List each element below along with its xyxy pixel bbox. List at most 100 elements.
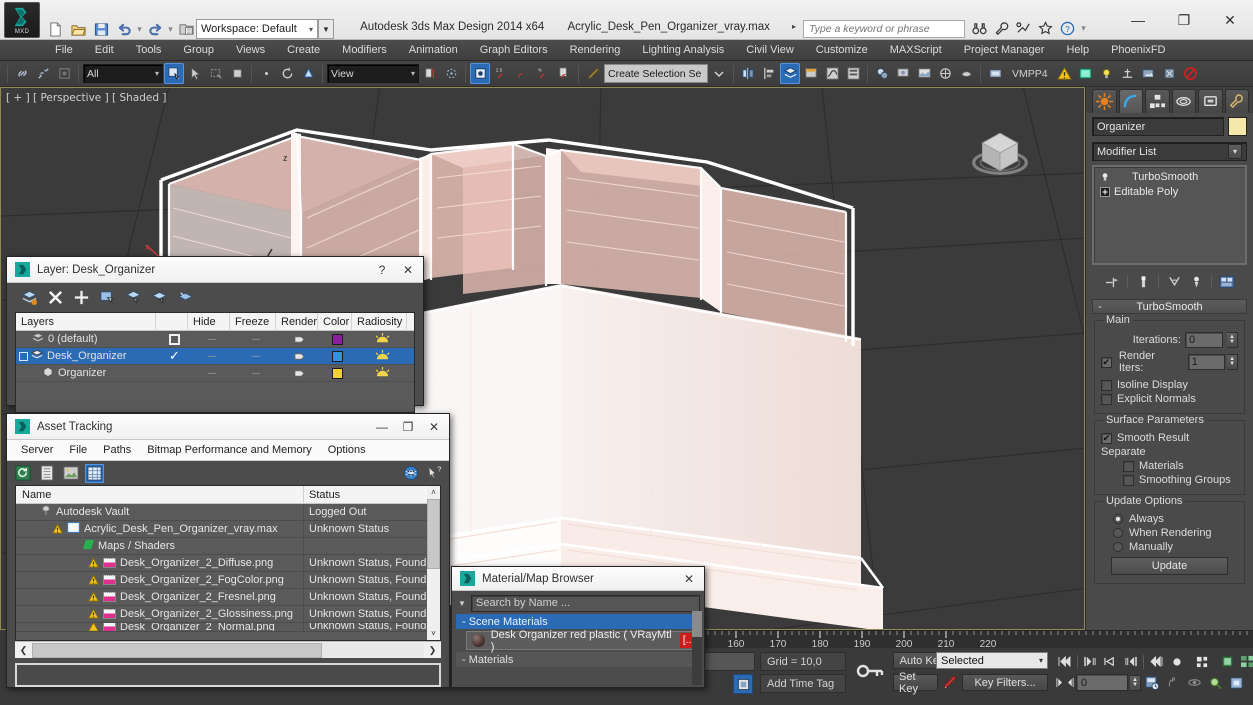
- create-new-layer-icon[interactable]: [19, 288, 39, 308]
- use-center-flyout-icon[interactable]: [420, 63, 440, 84]
- layer-manager-icon[interactable]: [780, 63, 800, 84]
- update-always-radio[interactable]: [1113, 514, 1123, 524]
- table-row[interactable]: PNG Desk_Organizer_2_Fresnel.png Unknown…: [16, 588, 440, 606]
- select-and-rotate-icon[interactable]: [277, 63, 297, 84]
- layer-dialog-close-button[interactable]: ✕: [395, 257, 421, 282]
- tab-utilities[interactable]: [1224, 89, 1249, 113]
- application-button[interactable]: MXD: [4, 2, 40, 38]
- scroll-thumb[interactable]: [427, 499, 440, 569]
- menu-tools[interactable]: Tools: [125, 40, 173, 61]
- spinner-snap-toggle-icon[interactable]: %: [533, 63, 553, 84]
- light-bulb-icon[interactable]: [1099, 171, 1110, 182]
- menu-file[interactable]: File: [44, 40, 84, 61]
- isoline-display-checkbox[interactable]: [1101, 379, 1112, 391]
- maximize-button[interactable]: ❐: [395, 414, 421, 439]
- menu-rendering[interactable]: Rendering: [559, 40, 632, 61]
- render-setup-icon[interactable]: [893, 63, 913, 84]
- select-and-move-icon[interactable]: [256, 63, 276, 84]
- update-when-rendering-row[interactable]: When Rendering: [1101, 527, 1238, 539]
- key-mode-combo[interactable]: Selected ▾: [936, 652, 1048, 669]
- window-crossing-icon[interactable]: [227, 63, 247, 84]
- warning-icon[interactable]: [1055, 63, 1075, 84]
- menu-group[interactable]: Group: [172, 40, 225, 61]
- tab-create[interactable]: [1092, 89, 1117, 113]
- search-input[interactable]: [803, 20, 965, 38]
- schematic-view-icon[interactable]: [843, 63, 863, 84]
- table-row[interactable]: PNG Desk_Organizer_2_Glossiness.png Unkn…: [16, 605, 440, 623]
- search-binoculars-icon[interactable]: [970, 19, 989, 38]
- ribbon-toggle-icon[interactable]: [801, 63, 821, 84]
- smooth-result-checkbox[interactable]: ✔: [1101, 432, 1112, 444]
- table-row[interactable]: PNG Desk_Organizer_2_Diffuse.png Unknown…: [16, 554, 440, 572]
- scroll-left-button[interactable]: ❮: [15, 645, 32, 656]
- select-by-name-icon[interactable]: [164, 63, 184, 84]
- layer-color[interactable]: [318, 331, 352, 348]
- unlink-selection-icon[interactable]: [33, 63, 53, 84]
- subscription-icon[interactable]: [1014, 19, 1033, 38]
- browser-options-icon[interactable]: ▼: [456, 599, 468, 608]
- render-iters-spinner[interactable]: ▲ ▼: [1227, 354, 1238, 370]
- layer-color[interactable]: [318, 365, 352, 382]
- layer-list[interactable]: Layers Hide Freeze Render Color Radiosit…: [15, 312, 415, 413]
- view-cube[interactable]: [961, 108, 1039, 186]
- vray-tools-icon[interactable]: [1160, 63, 1180, 84]
- layer-hide[interactable]: ----: [188, 331, 230, 348]
- configure-modifier-sets-icon[interactable]: [1217, 273, 1237, 291]
- explicit-normals-checkbox[interactable]: [1101, 393, 1112, 405]
- table-row[interactable]: PNG Desk_Organizer_2_FogColor.png Unknow…: [16, 571, 440, 589]
- named-selection-dropdown-icon[interactable]: [709, 63, 729, 84]
- menu-maxscript[interactable]: MAXScript: [879, 40, 953, 61]
- workspace-selector[interactable]: Workspace: Default ▾: [196, 19, 318, 39]
- table-row[interactable]: Acrylic_Desk_Pen_Organizer_vray.max Unkn…: [16, 520, 440, 538]
- snaps-toggle-icon[interactable]: [470, 63, 490, 84]
- list-view-icon[interactable]: [37, 464, 56, 483]
- track-bar[interactable]: 150 160 170 180 190 200 210 220: [690, 630, 1253, 648]
- tab-display[interactable]: [1198, 89, 1223, 113]
- render-flyout-icon[interactable]: [956, 63, 976, 84]
- scroll-right-button[interactable]: ❯: [424, 645, 441, 656]
- layer-dialog-titlebar[interactable]: Layer: Desk_Organizer ? ✕: [7, 257, 423, 283]
- refresh-icon[interactable]: [13, 464, 32, 483]
- layer-radiosity[interactable]: [352, 348, 407, 365]
- object-name-field[interactable]: Organizer: [1092, 117, 1224, 136]
- angle-snap-toggle-icon[interactable]: 2.5: [491, 63, 511, 84]
- table-row[interactable]: PNG Desk_Organizer_2_Normal.png Unknown …: [16, 623, 440, 632]
- layer-radiosity[interactable]: [352, 331, 407, 348]
- render-iters-field[interactable]: 1: [1187, 354, 1226, 370]
- materials-checkbox[interactable]: [1123, 460, 1134, 472]
- close-button[interactable]: ✕: [676, 566, 702, 591]
- menu-help[interactable]: Help: [1055, 40, 1100, 61]
- material-browser-titlebar[interactable]: Material/Map Browser ✕: [452, 567, 704, 591]
- grid-view-icon[interactable]: [85, 463, 104, 483]
- scroll-down-button[interactable]: ˅: [427, 627, 440, 640]
- modifier-stack[interactable]: TurboSmooth Editable Poly: [1092, 165, 1247, 265]
- delete-highlighted-layers-icon[interactable]: [45, 288, 65, 308]
- layer-dialog[interactable]: Layer: Desk_Organizer ? ✕ Layers Hide Fr…: [6, 256, 424, 413]
- vray-render-icon[interactable]: [1139, 63, 1159, 84]
- table-row[interactable]: Autodesk Vault Logged Out: [16, 503, 440, 521]
- set-project-folder-icon[interactable]: [175, 19, 197, 40]
- menu-graph-editors[interactable]: Graph Editors: [469, 40, 559, 61]
- edit-named-selection-sets-icon[interactable]: [554, 63, 574, 84]
- thumbnail-view-icon[interactable]: [61, 464, 80, 483]
- asset-tracking-icon[interactable]: [985, 63, 1005, 84]
- favorites-star-icon[interactable]: [1036, 19, 1055, 38]
- tab-modify[interactable]: [1118, 89, 1143, 113]
- tab-hierarchy[interactable]: [1145, 89, 1170, 113]
- zoom-button[interactable]: [1206, 674, 1225, 691]
- previous-frame-button[interactable]: [1081, 653, 1100, 670]
- bind-to-space-warp-icon[interactable]: [54, 63, 74, 84]
- menu-modifiers[interactable]: Modifiers: [331, 40, 398, 61]
- menu-bitmap-performance[interactable]: Bitmap Performance and Memory: [139, 440, 319, 461]
- close-button[interactable]: ✕: [421, 414, 447, 439]
- menu-server[interactable]: Server: [13, 440, 61, 461]
- update-when-rendering-radio[interactable]: [1113, 528, 1123, 538]
- orbit-button[interactable]: [1185, 674, 1204, 691]
- select-and-scale-icon[interactable]: [298, 63, 318, 84]
- turbosmooth-rollout-header[interactable]: - TurboSmooth: [1092, 299, 1247, 314]
- wrench-icon[interactable]: [992, 19, 1011, 38]
- vray-proxy-icon[interactable]: [1118, 63, 1138, 84]
- close-button[interactable]: ✕: [1207, 0, 1253, 40]
- material-map-browser[interactable]: Material/Map Browser ✕ ▼ Search by Name …: [451, 566, 705, 688]
- asset-tracking-dialog[interactable]: Asset Tracking — ❐ ✕ Server File Paths B…: [6, 413, 450, 688]
